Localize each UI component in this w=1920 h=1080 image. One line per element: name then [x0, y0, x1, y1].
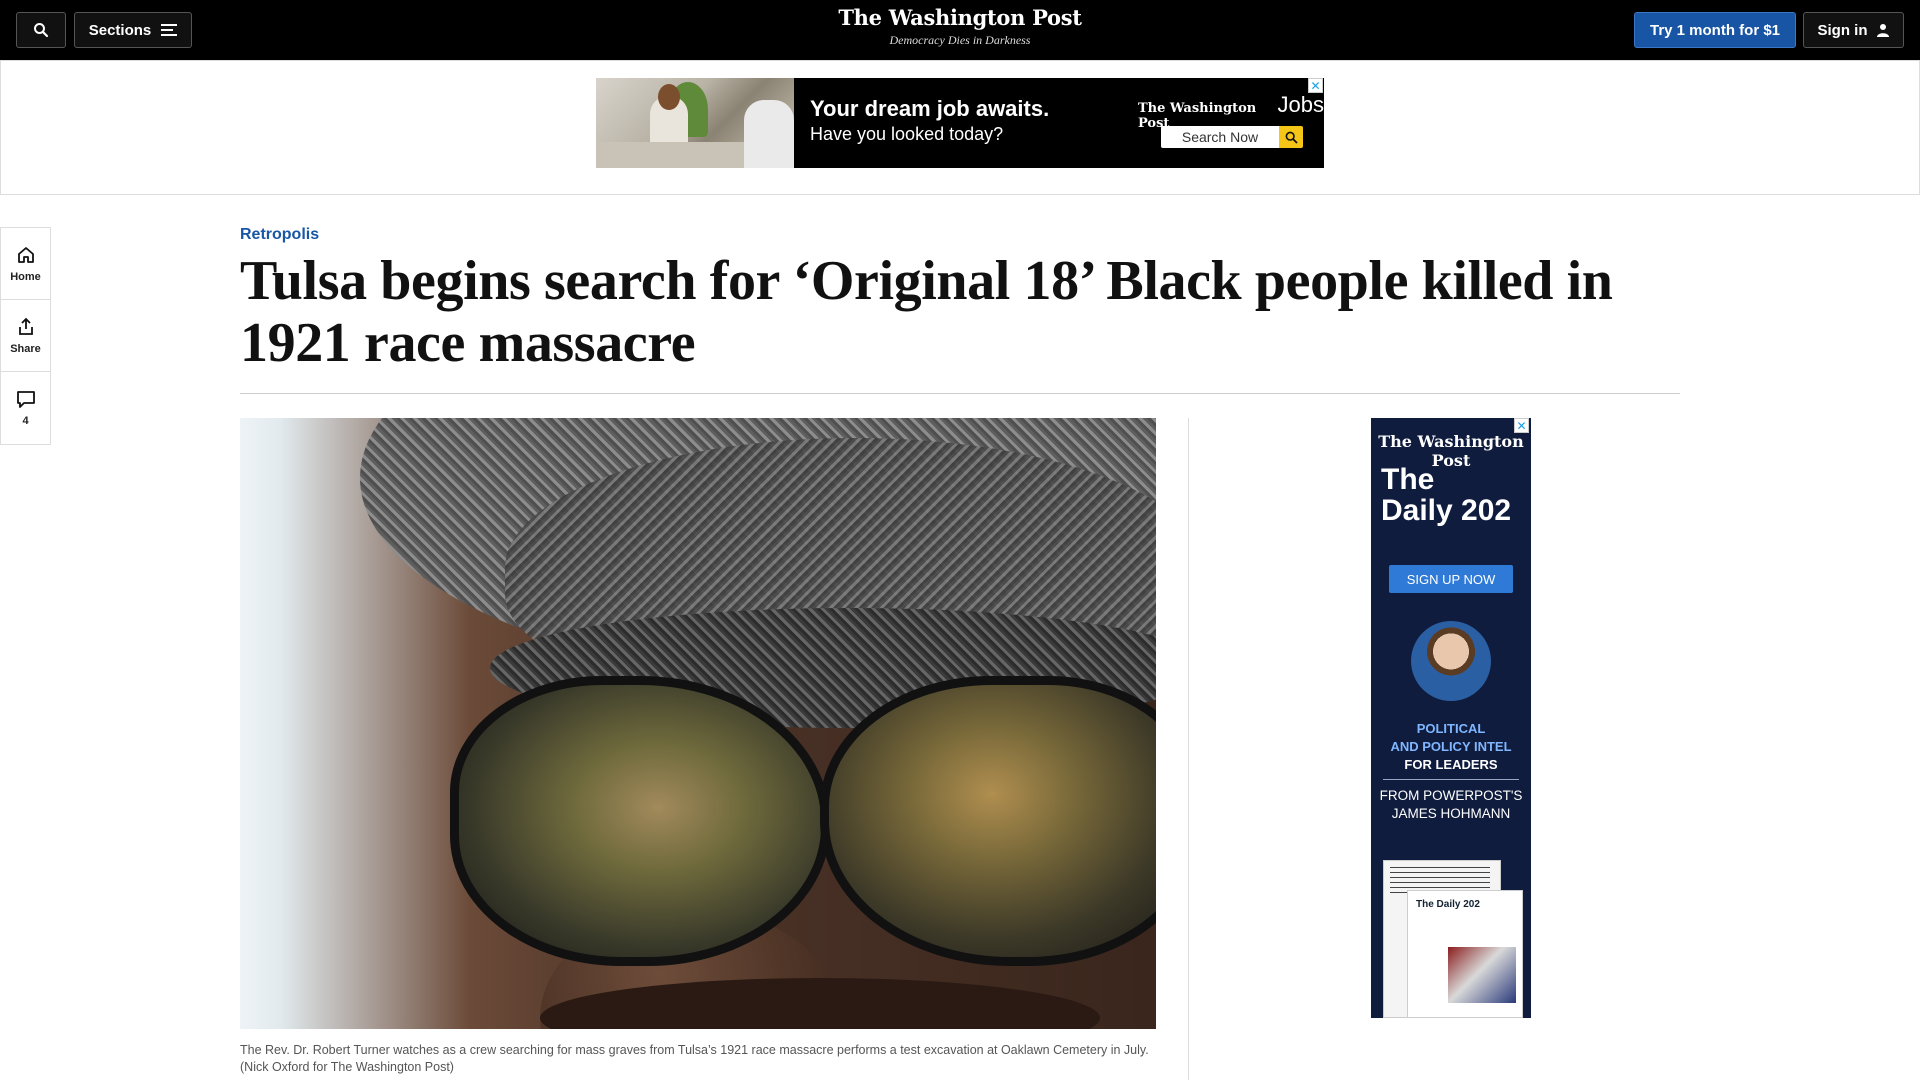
article-headline: Tulsa begins search for ‘Original 18’ Bl… — [240, 250, 1613, 374]
headline-divider — [240, 393, 1680, 394]
sections-button[interactable]: Sections — [74, 12, 192, 48]
menu-icon — [161, 24, 178, 36]
ad-newsletter-preview: The Daily 202 — [1407, 890, 1523, 1018]
ad-brand-suffix: Jobs — [1277, 92, 1324, 117]
rail-home-label: Home — [10, 270, 41, 283]
ad-byline: JAMES HOHMANN — [1391, 806, 1511, 821]
site-logo[interactable]: The Washington Post Democracy Dies in Da… — [810, 5, 1110, 48]
logo-title: The Washington Post — [838, 5, 1082, 30]
ad-preview-title: The Daily 202 — [1416, 899, 1480, 910]
ad-kicker: POLITICAL — [1416, 721, 1486, 736]
top-navbar: Sections The Washington Post Democracy D… — [0, 0, 1920, 60]
ad-subhead: Have you looked today? — [810, 124, 1004, 144]
lead-photo[interactable] — [240, 418, 1156, 1029]
search-icon — [34, 23, 49, 38]
ad-photo-head — [658, 84, 680, 110]
ad-search-button[interactable]: Search Now — [1161, 126, 1279, 148]
comment-icon — [16, 391, 35, 408]
user-icon — [1876, 24, 1889, 37]
column-divider — [1188, 418, 1189, 1080]
ad-author-avatar — [1411, 621, 1491, 701]
ad-title-line: The — [1381, 463, 1435, 496]
photo-caption: The Rev. Dr. Robert Turner watches as a … — [240, 1043, 1149, 1074]
ad-photo-person — [744, 100, 794, 168]
photo-sunglasses-left — [450, 676, 830, 966]
search-button[interactable] — [16, 12, 66, 48]
share-icon — [18, 317, 33, 335]
ad-title-line: Daily 202 — [1381, 494, 1512, 527]
rail-home-button[interactable]: Home — [1, 228, 50, 300]
ad-handshake-photo — [596, 78, 794, 168]
section-kicker-link[interactable]: Retropolis — [240, 226, 319, 244]
sections-label: Sections — [88, 21, 152, 39]
rail-share-label: Share — [10, 342, 41, 355]
left-action-rail: Home Share 4 — [0, 227, 51, 445]
ad-kicker: FOR LEADERS — [1404, 757, 1498, 772]
ad-title: The Daily 202 — [1381, 464, 1511, 526]
jobs-banner-ad[interactable]: Your dream job awaits. Have you looked t… — [596, 78, 1324, 168]
ad-headline: Your dream job awaits. — [810, 96, 1050, 121]
daily-202-ad[interactable]: The Washington Post The Daily 202 SIGN U… — [1371, 418, 1531, 1018]
comment-count: 4 — [22, 415, 29, 427]
ad-close-icon[interactable]: ✕ — [1308, 78, 1323, 93]
ad-byline: FROM POWERPOST'S — [1379, 788, 1523, 803]
rail-share-button[interactable]: Share — [1, 300, 50, 372]
home-icon — [17, 246, 34, 263]
ad-kicker: AND POLICY INTEL — [1390, 739, 1512, 754]
sign-in-button[interactable]: Sign in — [1803, 12, 1904, 48]
photo-sunglasses-right — [820, 676, 1156, 966]
ad-signup-button[interactable]: SIGN UP NOW — [1389, 565, 1513, 593]
logo-tagline: Democracy Dies in Darkness — [889, 33, 1031, 47]
ad-search-icon[interactable] — [1279, 126, 1303, 148]
ad-close-icon[interactable]: ✕ — [1514, 418, 1529, 433]
search-icon — [1285, 131, 1298, 144]
rail-comments-button[interactable]: 4 — [1, 372, 50, 444]
sign-in-label: Sign in — [1817, 21, 1868, 39]
subscribe-button[interactable]: Try 1 month for $1 — [1634, 12, 1796, 48]
ad-preview-image — [1448, 947, 1516, 1003]
ad-divider — [1383, 779, 1519, 780]
